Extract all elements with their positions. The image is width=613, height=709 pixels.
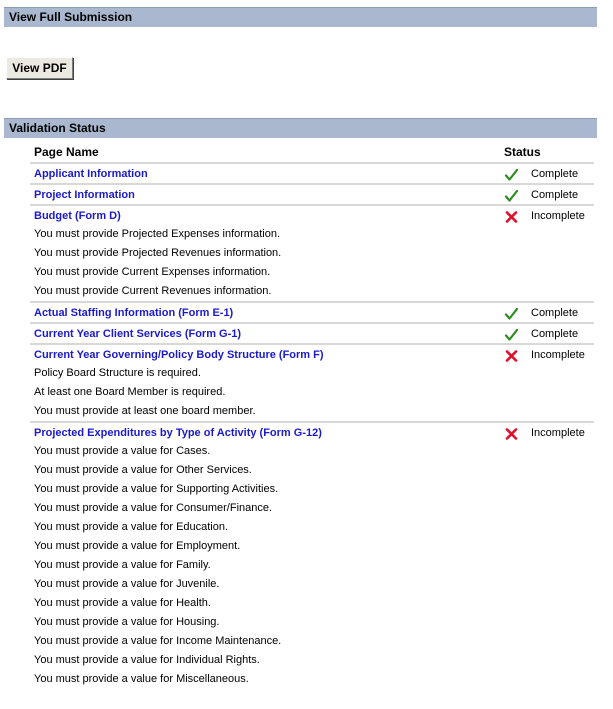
status-text: Complete <box>531 168 579 180</box>
validation-message: You must provide Projected Revenues info… <box>34 247 282 259</box>
check-icon <box>504 189 519 202</box>
validation-message: You must provide a value for Consumer/Fi… <box>34 502 273 514</box>
table-body: Applicant Information Complete Project Inf… <box>30 164 594 689</box>
section-title: View Full Submission <box>9 10 133 24</box>
validation-message: You must provide a value for Juvenile. <box>34 578 220 590</box>
validation-message: You must provide a value for Other Servi… <box>34 464 252 476</box>
table-row: Project Information Complete <box>30 185 594 206</box>
table-row: Actual Staffing Information (Form E-1) Co… <box>30 303 594 324</box>
section-header-view-full-submission: View Full Submission <box>4 7 597 27</box>
validation-message: You must provide Current Revenues inform… <box>34 285 272 297</box>
status-text: Incomplete <box>531 349 585 361</box>
table-row: Budget (Form D) Incomplete You must provid… <box>30 206 594 303</box>
column-header-status: Status <box>504 145 541 159</box>
validation-message: You must provide a value for Miscellaneo… <box>34 673 249 685</box>
validation-message: You must provide Projected Expenses info… <box>34 228 281 240</box>
check-icon <box>504 307 519 320</box>
validation-message: You must provide a value for Housing. <box>34 616 220 628</box>
page-link[interactable]: Current Year Governing/Policy Body Struc… <box>34 346 324 365</box>
validation-message: You must provide a value for Health. <box>34 597 211 609</box>
validation-message: Policy Board Structure is required. <box>34 367 201 379</box>
table-row-main: Project Information Complete <box>30 185 594 204</box>
validation-message: You must provide a value for Individual … <box>34 654 260 666</box>
table-row-main: Budget (Form D) Incomplete <box>30 206 594 225</box>
page-link[interactable]: Budget (Form D) <box>34 207 121 226</box>
status-text: Complete <box>531 307 579 319</box>
validation-message: You must provide at least one board memb… <box>34 405 256 417</box>
status-text: Incomplete <box>531 210 585 222</box>
table-row-main: Actual Staffing Information (Form E-1) Co… <box>30 303 594 322</box>
table-header: Page Name Status <box>30 143 594 164</box>
page-link[interactable]: Current Year Client Services (Form G-1) <box>34 325 241 344</box>
check-icon <box>504 168 519 181</box>
table-row: Projected Expenditures by Type of Activi… <box>30 423 594 689</box>
table-row: Current Year Client Services (Form G-1) C… <box>30 324 594 345</box>
validation-message: You must provide Current Expenses inform… <box>34 266 271 278</box>
section-header-validation-status: Validation Status <box>4 118 597 138</box>
table-row-main: Projected Expenditures by Type of Activi… <box>30 423 594 442</box>
validation-message: At least one Board Member is required. <box>34 386 226 398</box>
column-header-page-name: Page Name <box>34 145 99 159</box>
table-row-main: Current Year Governing/Policy Body Struc… <box>30 345 594 364</box>
x-icon <box>505 211 518 223</box>
page-link[interactable]: Actual Staffing Information (Form E-1) <box>34 304 233 323</box>
status-text: Complete <box>531 189 579 201</box>
validation-message: You must provide a value for Employment. <box>34 540 241 552</box>
validation-message: You must provide a value for Education. <box>34 521 229 533</box>
view-pdf-button[interactable]: View PDF <box>6 57 73 79</box>
validation-message: You must provide a value for Income Main… <box>34 635 282 647</box>
section-title: Validation Status <box>9 121 106 135</box>
x-icon <box>505 428 518 440</box>
status-text: Complete <box>531 328 579 340</box>
page-link[interactable]: Project Information <box>34 186 135 205</box>
table-row-main: Current Year Client Services (Form G-1) C… <box>30 324 594 343</box>
x-icon <box>505 350 518 362</box>
page-link[interactable]: Applicant Information <box>34 165 148 184</box>
table-row: Applicant Information Complete <box>30 164 594 185</box>
table-row-main: Applicant Information Complete <box>30 164 594 183</box>
status-text: Incomplete <box>531 427 585 439</box>
validation-table: Page Name Status Applicant Information Co… <box>30 143 594 689</box>
validation-message: You must provide a value for Family. <box>34 559 211 571</box>
page-link[interactable]: Projected Expenditures by Type of Activi… <box>34 424 322 443</box>
validation-message: You must provide a value for Cases. <box>34 445 211 457</box>
check-icon <box>504 328 519 341</box>
table-row: Current Year Governing/Policy Body Struc… <box>30 345 594 423</box>
validation-message: You must provide a value for Supporting … <box>34 483 279 495</box>
